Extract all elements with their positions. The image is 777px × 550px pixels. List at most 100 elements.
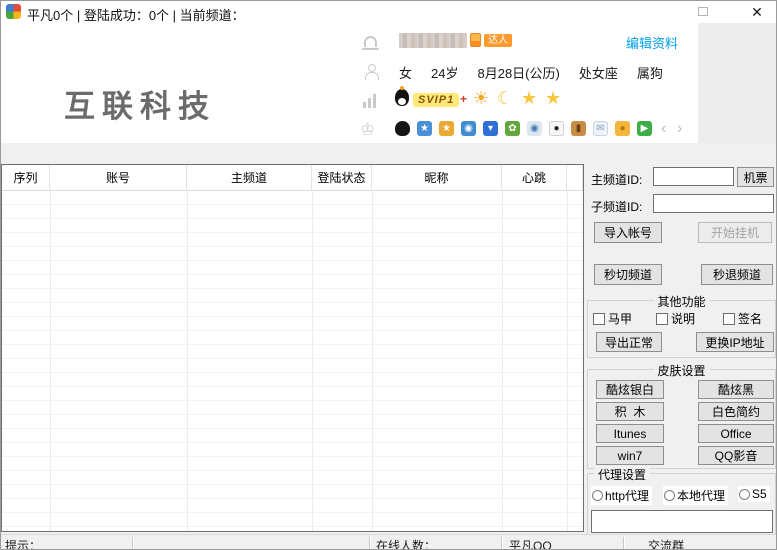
app-window: 平凡0个 | 登陆成功：0个 | 当前频道： ✕ 互联科技 达人 编辑资料 女 … [0, 0, 777, 550]
chat-group-label: 交流群 [648, 539, 685, 550]
titlebar: 平凡0个 | 登陆成功：0个 | 当前频道： ✕ [1, 1, 776, 23]
maximize-button[interactable] [687, 1, 719, 23]
skin-white-simple-button[interactable]: 白色简约 [698, 402, 774, 421]
column-line [187, 191, 188, 531]
svip-badge: SVIP1 [413, 93, 460, 107]
redacted-nickname [399, 33, 467, 48]
app-name-label: 平凡QQ [509, 539, 552, 550]
statusbar-separator [623, 537, 624, 549]
level-star-icon: ★ [545, 88, 562, 108]
account-table: 序列 账号 主频道 登陆状态 昵称 心跳 [1, 164, 584, 532]
brand-logo: 互联科技 [64, 89, 216, 124]
column-header-heartbeat[interactable]: 心跳 [502, 165, 567, 191]
level-chart-icon [363, 93, 379, 108]
sub-channel-input[interactable] [653, 194, 774, 213]
statusbar-separator [369, 537, 370, 549]
column-header-serial[interactable]: 序列 [2, 165, 50, 191]
vest-checkbox[interactable]: 马甲 [593, 310, 632, 327]
chevron-right-icon[interactable]: › [677, 120, 682, 138]
age: 24岁 [431, 66, 459, 81]
profile-row-info: 女 24岁 8月28日(公历) 处女座 属狗 [356, 62, 698, 86]
gold-star-icon[interactable]: ★ [439, 121, 454, 136]
checkbox-icon [723, 312, 735, 325]
s5-proxy-radio[interactable]: S5 [738, 486, 770, 502]
farm-icon[interactable]: ✿ [505, 121, 520, 136]
wardrobe-icon[interactable]: ▮ [571, 121, 586, 136]
column-line [50, 191, 51, 531]
column-header-channel[interactable]: 主频道 [187, 165, 312, 191]
chevron-left-icon[interactable]: ‹ [661, 120, 666, 138]
export-normal-button[interactable]: 导出正常 [596, 332, 662, 352]
local-proxy-label: 本地代理 [677, 489, 726, 503]
skin-cool-silver-button[interactable]: 酷炫银白 [596, 380, 664, 399]
control-panel: 主频道ID: 机票 子频道ID: 导入帐号 开始挂机 秒切频道 秒退频道 其他功… [584, 164, 776, 534]
proxy-settings-group: 代理设置 http代理 本地代理 S5 [587, 466, 776, 534]
main-channel-label: 主频道ID: [591, 173, 643, 187]
local-proxy-radio[interactable]: 本地代理 [663, 486, 729, 505]
skin-win7-button[interactable]: win7 [596, 446, 664, 465]
column-header-filler [567, 165, 583, 191]
app-icon [6, 4, 21, 19]
quick-switch-channel-button[interactable]: 秒切频道 [594, 264, 662, 285]
crown-icon: ♔ [360, 120, 376, 139]
security-shield-icon[interactable]: ▾ [483, 121, 498, 136]
profile-row-name: 达人 编辑资料 [356, 33, 698, 57]
skin-settings-group: 皮肤设置 酷炫银白 酷炫黑 积 木 白色简约 Itunes Office win… [587, 362, 776, 469]
main-channel-input[interactable] [653, 167, 734, 186]
skin-itunes-button[interactable]: Itunes [596, 424, 664, 443]
level-moon-icon: ☾ [497, 88, 514, 108]
column-line [567, 191, 568, 531]
video-play-icon[interactable]: ▶ [637, 121, 652, 136]
import-accounts-button[interactable]: 导入帐号 [594, 222, 662, 243]
close-button[interactable]: ✕ [741, 1, 773, 23]
mail-icon[interactable]: ✉ [593, 121, 608, 136]
profile-row-services: ♔ ★ ★ ◉ ▾ ✿ ◉ ● ▮ ✉ ● ▶ ‹ › [356, 120, 698, 144]
skin-cool-black-button[interactable]: 酷炫黑 [698, 380, 774, 399]
zodiac: 处女座 [578, 66, 618, 81]
hint-label: 提示： [5, 539, 42, 550]
quick-exit-channel-button[interactable]: 秒退频道 [701, 264, 773, 285]
vest-checkbox-label: 马甲 [608, 312, 633, 326]
qq-penguin-icon[interactable] [395, 121, 410, 136]
chinese-zodiac: 属狗 [636, 66, 663, 81]
maximize-icon [698, 7, 708, 16]
http-proxy-radio[interactable]: http代理 [591, 486, 653, 505]
sub-channel-label: 子频道ID: [591, 200, 643, 214]
cow-icon[interactable]: ● [549, 121, 564, 136]
ticket-button[interactable]: 机票 [737, 167, 774, 187]
checkbox-icon [593, 312, 605, 325]
statusbar-separator [132, 537, 133, 549]
table-header: 序列 账号 主频道 登陆状态 昵称 心跳 [2, 165, 583, 191]
column-header-login-status[interactable]: 登陆状态 [312, 165, 372, 191]
signature-checkbox[interactable]: 签名 [723, 310, 762, 327]
phone-badge-icon [470, 33, 481, 47]
birthday: 8月28日(公历) [477, 66, 560, 81]
online-count-label: 在线人数： [376, 539, 437, 550]
proxy-address-input[interactable] [591, 510, 773, 533]
s5-proxy-label: S5 [752, 487, 767, 501]
gender: 女 [399, 66, 413, 81]
skin-office-button[interactable]: Office [698, 424, 774, 443]
status-bar: 提示： 在线人数： 平凡QQ 交流群 [1, 534, 776, 550]
blue-star-icon[interactable]: ★ [417, 121, 432, 136]
edit-profile-link[interactable]: 编辑资料 [626, 33, 678, 52]
start-hangup-button[interactable]: 开始挂机 [698, 222, 772, 243]
profile-row-levels: SVIP1 + ☀ ☾ ★ ★ [356, 86, 698, 115]
column-header-nickname[interactable]: 昵称 [372, 165, 502, 191]
statusbar-separator [501, 537, 502, 549]
table-body-empty[interactable] [2, 191, 583, 531]
webcam-icon[interactable]: ◉ [527, 121, 542, 136]
profile-info: 女 24岁 8月28日(公历) 处女座 属狗 [399, 63, 663, 82]
column-header-account[interactable]: 账号 [50, 165, 187, 191]
skin-settings-title: 皮肤设置 [653, 362, 710, 379]
skin-qq-player-button[interactable]: QQ影音 [698, 446, 774, 465]
checkbox-icon [656, 312, 668, 325]
change-ip-button[interactable]: 更换IP地址 [696, 332, 774, 352]
svip-plus: + [460, 92, 468, 106]
coin-icon[interactable]: ● [615, 121, 630, 136]
column-line [372, 191, 373, 531]
camera-icon[interactable]: ◉ [461, 121, 476, 136]
other-functions-group: 其他功能 马甲 说明 签名 导出正常 更换IP地址 [587, 293, 776, 358]
skin-blocks-button[interactable]: 积 木 [596, 402, 664, 421]
description-checkbox[interactable]: 说明 [656, 310, 695, 327]
